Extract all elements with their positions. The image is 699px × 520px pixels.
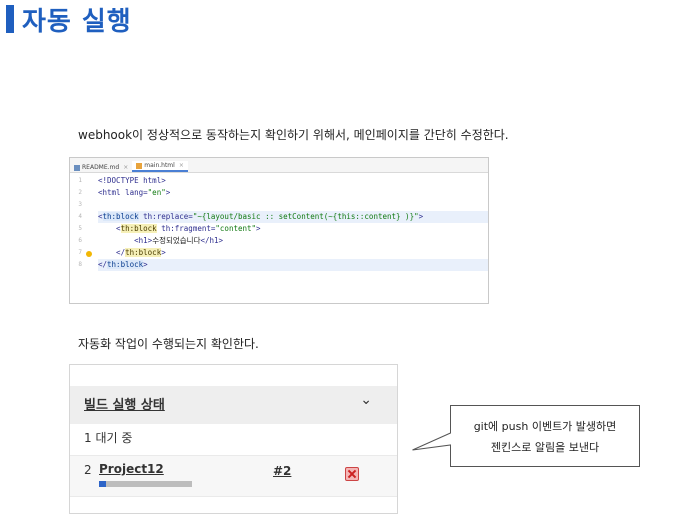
line-number-gutter: 1 2 3 4 5 6 7 8 — [70, 173, 84, 303]
close-icon[interactable]: × — [123, 164, 128, 171]
intro-paragraph: webhook이 정상적으로 동작하는지 확인하기 위해서, 메인페이지를 간단… — [78, 128, 509, 142]
line-number: 8 — [78, 261, 82, 268]
callout-text: git에 push 이벤트가 발생하면 젠킨스로 알림을 보낸다 — [450, 416, 640, 458]
project-link[interactable]: Project12 — [99, 462, 164, 476]
code-line: </th:block> — [98, 259, 488, 271]
html-file-icon — [136, 162, 143, 169]
editor-tabs: README.md × main.html × — [70, 158, 488, 173]
code-token: th:block — [125, 248, 162, 257]
code-token: html — [143, 176, 162, 185]
code-token: th:block — [107, 260, 144, 269]
code-area[interactable]: <!DOCTYPE html> <html lang="en"> <th:block… — [86, 173, 488, 303]
code-token: "~{layout/basic :: setContent(~{this::co… — [192, 212, 419, 221]
code-token: < — [98, 224, 121, 233]
code-token: <html — [98, 188, 126, 197]
code-line: <th:block th:replace="~{layout/basic :: … — [98, 211, 488, 223]
code-line: <h1>수정되었습니다</h1> — [98, 235, 488, 247]
code-line: <html lang="en"> — [98, 187, 488, 199]
tab-label: README.md — [82, 164, 120, 171]
page-header: 자동 실행 — [6, 4, 132, 37]
executor-row-running: 2 Project12 #2 — [70, 455, 397, 497]
code-token: <h1> — [98, 236, 153, 245]
code-token: > — [418, 212, 424, 221]
tab-main-html[interactable]: main.html × — [132, 161, 188, 172]
close-icon[interactable]: × — [179, 162, 184, 169]
code-token: </ — [98, 248, 126, 257]
code-token: > — [165, 188, 171, 197]
chevron-down-icon[interactable]: ⌄ — [360, 392, 372, 408]
code-token: th:replace= — [138, 212, 193, 221]
tab-readme[interactable]: README.md × — [70, 163, 132, 172]
code-line: <!DOCTYPE html> — [98, 175, 488, 187]
line-number: 3 — [78, 201, 82, 208]
code-token: 수정되었습니다 — [152, 236, 201, 245]
line-number: 6 — [78, 237, 82, 244]
build-status-panel: 빌드 실행 상태 ⌄ 1 대기 중 2 Project12 #2 — [69, 364, 398, 514]
code-token: > — [161, 248, 166, 257]
page-title: 자동 실행 — [22, 6, 132, 37]
code-line: </th:block> — [86, 247, 488, 259]
build-progress-bar — [99, 481, 192, 487]
line-number: 5 — [78, 225, 82, 232]
markdown-file-icon — [74, 164, 80, 171]
code-token: th:block — [120, 224, 157, 233]
code-token: < — [98, 212, 103, 221]
build-number-link[interactable]: #2 — [273, 464, 291, 478]
tab-label: main.html — [144, 162, 175, 169]
code-token: <!DOCTYPE — [98, 176, 144, 185]
code-token: th:fragment= — [156, 224, 216, 233]
code-token: </h1> — [200, 236, 224, 245]
lightbulb-icon[interactable] — [86, 251, 92, 257]
code-token: </ — [98, 260, 108, 269]
executor-number: 2 — [84, 463, 92, 477]
callout-line-2: 젠킨스로 알림을 보낸다 — [490, 441, 600, 454]
check-paragraph: 자동화 작업이 수행되는지 확인한다. — [78, 337, 259, 351]
build-status-header[interactable]: 빌드 실행 상태 ⌄ — [70, 386, 397, 424]
code-token: "en" — [147, 188, 166, 197]
code-token: > — [161, 176, 166, 185]
callout-bubble: git에 push 이벤트가 발생하면 젠킨스로 알림을 보낸다 — [412, 405, 640, 467]
code-line: <th:block th:fragment="content"> — [98, 223, 488, 235]
callout-line-1: git에 push 이벤트가 발생하면 — [473, 420, 617, 433]
line-number: 7 — [78, 249, 82, 256]
executor-row-idle: 1 대기 중 — [84, 431, 133, 445]
title-accent-bar — [6, 5, 14, 33]
line-number: 1 — [78, 177, 82, 184]
build-status-title[interactable]: 빌드 실행 상태 — [84, 394, 165, 413]
code-token: > — [256, 224, 261, 233]
line-number: 2 — [78, 189, 82, 196]
line-number: 4 — [78, 213, 82, 220]
code-editor: README.md × main.html × 12345678 <!DOCTYPE … — [69, 157, 489, 304]
code-token: lang= — [125, 188, 148, 197]
build-progress-fill — [99, 481, 107, 487]
stop-build-icon[interactable] — [345, 467, 359, 481]
code-token: th:block — [102, 212, 139, 221]
code-token: > — [143, 260, 148, 269]
code-token: "content" — [215, 224, 257, 233]
